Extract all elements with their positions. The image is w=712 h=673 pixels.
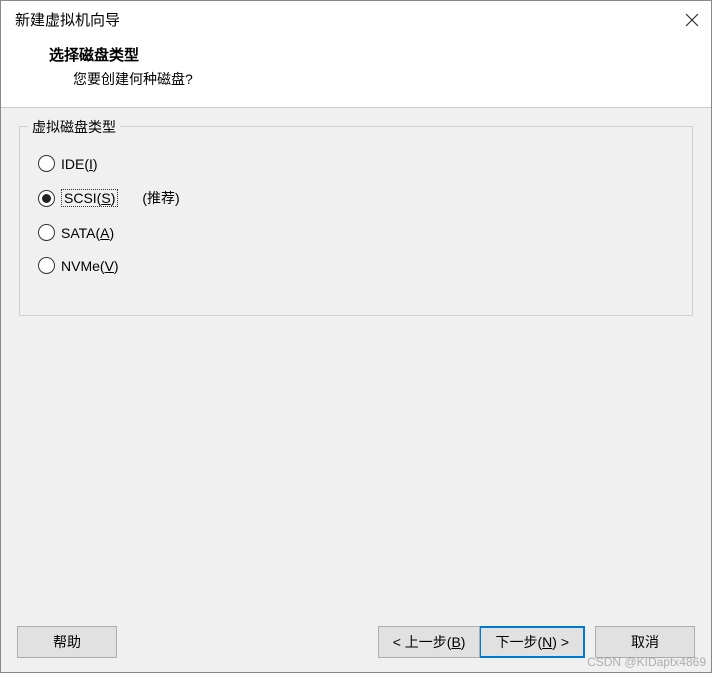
page-subtitle: 您要创建何种磁盘?: [49, 65, 711, 89]
radio-label[interactable]: SATA(A): [61, 225, 114, 241]
radio-icon[interactable]: [38, 257, 55, 274]
titlebar: 新建虚拟机向导: [1, 1, 711, 38]
wizard-window: 新建虚拟机向导 选择磁盘类型 您要创建何种磁盘? 虚拟磁盘类型 IDE(I) S…: [0, 0, 712, 673]
wizard-content: 虚拟磁盘类型 IDE(I) SCSI(S) (推荐) SATA(A) NVMe(…: [1, 108, 711, 614]
page-title: 选择磁盘类型: [49, 44, 711, 65]
radio-option-ide[interactable]: IDE(I): [38, 155, 674, 172]
disk-type-group: 虚拟磁盘类型 IDE(I) SCSI(S) (推荐) SATA(A) NVMe(…: [19, 126, 693, 316]
radio-label[interactable]: SCSI(S): [61, 189, 118, 207]
radio-label[interactable]: NVMe(V): [61, 258, 119, 274]
wizard-header: 选择磁盘类型 您要创建何种磁盘?: [1, 38, 711, 108]
radio-icon[interactable]: [38, 190, 55, 207]
radio-icon[interactable]: [38, 224, 55, 241]
radio-icon[interactable]: [38, 155, 55, 172]
wizard-footer: 帮助 < 上一步(B) 下一步(N) > 取消: [1, 614, 711, 672]
next-button[interactable]: 下一步(N) >: [480, 626, 585, 658]
recommended-hint: (推荐): [142, 188, 179, 208]
radio-option-sata[interactable]: SATA(A): [38, 224, 674, 241]
window-title: 新建虚拟机向导: [15, 9, 120, 30]
radio-label[interactable]: IDE(I): [61, 156, 98, 172]
help-button[interactable]: 帮助: [17, 626, 117, 658]
group-legend: 虚拟磁盘类型: [28, 117, 120, 137]
radio-option-scsi[interactable]: SCSI(S) (推荐): [38, 188, 674, 208]
radio-option-nvme[interactable]: NVMe(V): [38, 257, 674, 274]
back-button[interactable]: < 上一步(B): [378, 626, 481, 658]
cancel-button[interactable]: 取消: [595, 626, 695, 658]
close-icon[interactable]: [685, 13, 699, 27]
